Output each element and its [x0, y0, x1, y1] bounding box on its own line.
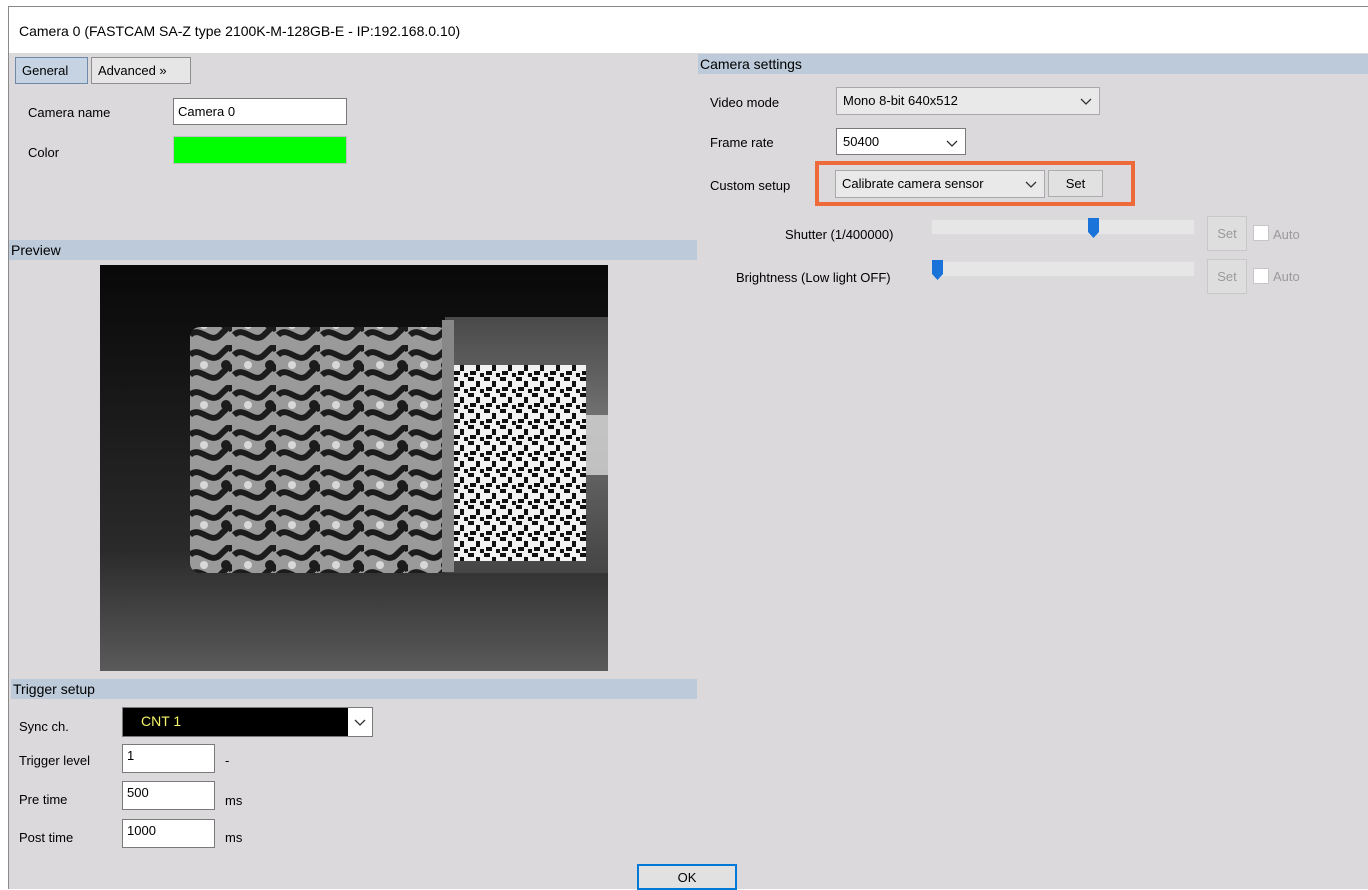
sync-ch-select[interactable]: CNT 1: [122, 707, 373, 737]
window-title: Camera 0 (FASTCAM SA-Z type 2100K-M-128G…: [19, 23, 461, 39]
camera-preview-image: [100, 265, 608, 671]
post-time-input[interactable]: 1000: [122, 819, 215, 848]
pre-time-input[interactable]: 500: [122, 781, 215, 810]
brightness-slider[interactable]: [931, 260, 1195, 280]
ok-button[interactable]: OK: [637, 864, 737, 890]
color-swatch[interactable]: [173, 136, 347, 164]
sync-ch-value: CNT 1: [141, 713, 182, 729]
tab-general[interactable]: General: [15, 57, 88, 84]
chevron-down-icon: [1080, 98, 1092, 105]
tab-advanced[interactable]: Advanced »: [91, 57, 191, 84]
trigger-setup-header: Trigger setup: [11, 679, 697, 699]
video-mode-select[interactable]: Mono 8-bit 640x512: [836, 87, 1100, 115]
frame-rate-label: Frame rate: [710, 135, 774, 150]
trigger-level-label: Trigger level: [19, 753, 91, 768]
camera-settings-header: Camera settings: [698, 54, 1368, 74]
brightness-set-button[interactable]: Set: [1207, 259, 1247, 294]
camera-name-label: Camera name: [28, 105, 111, 120]
post-time-unit: ms: [225, 830, 243, 845]
shutter-label: Shutter (1/400000): [785, 227, 894, 242]
brightness-label: Brightness (Low light OFF): [736, 270, 891, 285]
color-label: Color: [28, 145, 60, 160]
video-mode-label: Video mode: [710, 95, 780, 110]
video-mode-value: Mono 8-bit 640x512: [843, 93, 958, 108]
camera-settings-window: Camera 0 (FASTCAM SA-Z type 2100K-M-128G…: [8, 6, 1368, 890]
frame-rate-value: 50400: [843, 134, 880, 149]
frame-rate-select[interactable]: 50400: [836, 128, 966, 155]
shutter-auto-label: Auto: [1273, 227, 1300, 242]
chevron-down-icon: [946, 140, 958, 147]
custom-setup-value: Calibrate camera sensor: [842, 176, 984, 191]
chevron-down-icon: [354, 719, 366, 726]
chevron-down-icon: [1025, 181, 1037, 188]
custom-setup-select[interactable]: Calibrate camera sensor: [835, 170, 1045, 198]
title-bar: Camera 0 (FASTCAM SA-Z type 2100K-M-128G…: [9, 7, 1368, 53]
preview-header: Preview: [9, 240, 697, 260]
brightness-slider-thumb[interactable]: [932, 260, 943, 280]
trigger-level-input[interactable]: 1: [122, 744, 215, 773]
brightness-auto-label: Auto: [1273, 269, 1300, 284]
shutter-slider-thumb[interactable]: [1088, 218, 1099, 238]
pre-time-unit: ms: [225, 793, 243, 808]
custom-setup-set-button[interactable]: Set: [1048, 170, 1103, 197]
camera-name-input[interactable]: Camera 0: [173, 98, 347, 125]
pre-time-label: Pre time: [19, 792, 68, 807]
post-time-label: Post time: [19, 830, 74, 845]
shutter-auto-checkbox[interactable]: [1253, 225, 1269, 241]
custom-setup-label: Custom setup: [710, 178, 791, 193]
shutter-set-button[interactable]: Set: [1207, 216, 1247, 251]
preview-image-graphic: [100, 265, 608, 671]
trigger-level-unit: -: [225, 753, 230, 768]
sync-ch-label: Sync ch.: [19, 719, 69, 734]
sync-ch-dropdown-area[interactable]: [348, 708, 372, 736]
shutter-slider[interactable]: [931, 218, 1195, 238]
brightness-auto-checkbox[interactable]: [1253, 268, 1269, 284]
